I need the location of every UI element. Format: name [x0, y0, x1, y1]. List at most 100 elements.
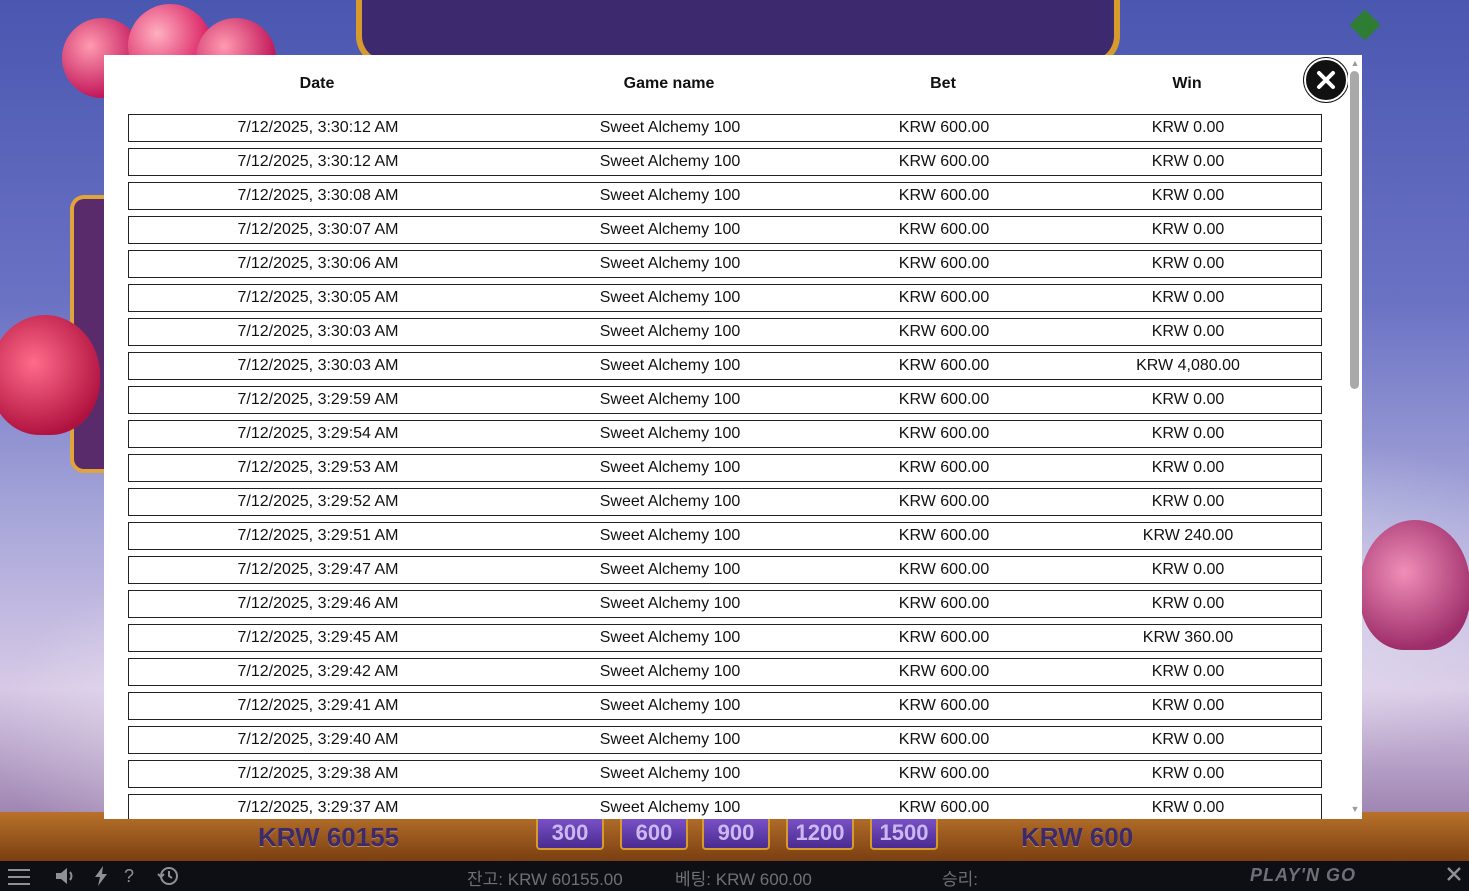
row-game-name: Sweet Alchemy 100: [599, 629, 741, 646]
row-win: KRW 0.00: [1151, 323, 1225, 340]
row-win: KRW 0.00: [1151, 187, 1225, 204]
game-history-dialog: Date Game name Bet Win 7/12/2025, 3:30:1…: [104, 55, 1362, 819]
table-row: 7/12/2025, 3:29:59 AM Sweet Alchemy 100 KR…: [128, 386, 1322, 414]
table-row: 7/12/2025, 3:29:40 AM Sweet Alchemy 100 KR…: [128, 726, 1322, 754]
table-row: 7/12/2025, 3:29:53 AM Sweet Alchemy 100 KR…: [128, 454, 1322, 482]
lightning-icon[interactable]: [94, 866, 108, 890]
row-game-name: Sweet Alchemy 100: [599, 425, 741, 442]
row-bet: KRW 600.00: [898, 595, 990, 612]
bet-display: KRW 600: [1021, 822, 1134, 852]
status-balance: 잔고: KRW 60155.00: [467, 870, 623, 889]
row-game-name: Sweet Alchemy 100: [599, 119, 741, 136]
heart-lollipop: [1360, 520, 1469, 650]
row-bet: KRW 600.00: [898, 289, 990, 306]
bet-chip[interactable]: 1500: [870, 816, 938, 850]
table-header: Date Game name Bet Win: [104, 55, 1344, 113]
column-header-date: Date: [299, 75, 335, 92]
row-date: 7/12/2025, 3:29:45 AM: [237, 629, 399, 646]
close-icon[interactable]: [1446, 866, 1462, 886]
row-game-name: Sweet Alchemy 100: [599, 153, 741, 170]
scroll-up-arrow-icon[interactable]: ▲: [1350, 57, 1360, 69]
row-bet: KRW 600.00: [898, 255, 990, 272]
row-game-name: Sweet Alchemy 100: [599, 357, 741, 374]
row-bet: KRW 600.00: [898, 663, 990, 680]
sound-icon[interactable]: [54, 866, 78, 890]
row-bet: KRW 600.00: [898, 765, 990, 782]
row-date: 7/12/2025, 3:30:06 AM: [237, 255, 399, 272]
row-game-name: Sweet Alchemy 100: [599, 663, 741, 680]
row-win: KRW 360.00: [1142, 629, 1234, 646]
row-game-name: Sweet Alchemy 100: [599, 527, 741, 544]
table-row: 7/12/2025, 3:30:03 AM Sweet Alchemy 100 KR…: [128, 318, 1322, 346]
row-game-name: Sweet Alchemy 100: [599, 493, 741, 510]
table-row: 7/12/2025, 3:30:12 AM Sweet Alchemy 100 KR…: [128, 148, 1322, 176]
game-corner-icon: [1349, 9, 1381, 41]
row-bet: KRW 600.00: [898, 697, 990, 714]
table-row: 7/12/2025, 3:29:42 AM Sweet Alchemy 100 KR…: [128, 658, 1322, 686]
row-game-name: Sweet Alchemy 100: [599, 731, 741, 748]
row-game-name: Sweet Alchemy 100: [599, 391, 741, 408]
row-win: KRW 0.00: [1151, 561, 1225, 578]
status-bar: ? 잔고: KRW 60155.00 베팅: KRW 600.00 승리: PL…: [0, 861, 1469, 891]
row-game-name: Sweet Alchemy 100: [599, 323, 741, 340]
row-date: 7/12/2025, 3:29:59 AM: [237, 391, 399, 408]
scrollbar-thumb[interactable]: [1350, 71, 1359, 389]
close-icon: [1317, 71, 1335, 89]
row-bet: KRW 600.00: [898, 493, 990, 510]
bet-chip[interactable]: 900: [702, 816, 770, 850]
table-row: 7/12/2025, 3:29:45 AM Sweet Alchemy 100 KR…: [128, 624, 1322, 652]
row-win: KRW 0.00: [1151, 459, 1225, 476]
column-header-game-name: Game name: [623, 75, 715, 92]
row-game-name: Sweet Alchemy 100: [599, 799, 741, 816]
row-date: 7/12/2025, 3:29:37 AM: [237, 799, 399, 816]
row-bet: KRW 600.00: [898, 323, 990, 340]
scroll-down-arrow-icon[interactable]: ▼: [1350, 803, 1360, 815]
row-date: 7/12/2025, 3:29:47 AM: [237, 561, 399, 578]
row-bet: KRW 600.00: [898, 391, 990, 408]
row-win: KRW 0.00: [1151, 221, 1225, 238]
scrollbar[interactable]: ▲ ▼: [1348, 55, 1362, 819]
close-button[interactable]: [1304, 58, 1348, 102]
table-row: 7/12/2025, 3:29:46 AM Sweet Alchemy 100 KR…: [128, 590, 1322, 618]
menu-icon[interactable]: [8, 869, 30, 885]
table-row: 7/12/2025, 3:30:08 AM Sweet Alchemy 100 KR…: [128, 182, 1322, 210]
row-date: 7/12/2025, 3:29:54 AM: [237, 425, 399, 442]
row-bet: KRW 600.00: [898, 561, 990, 578]
row-date: 7/12/2025, 3:29:46 AM: [237, 595, 399, 612]
table-row: 7/12/2025, 3:30:07 AM Sweet Alchemy 100 KR…: [128, 216, 1322, 244]
bet-chip[interactable]: 300: [536, 816, 604, 850]
row-date: 7/12/2025, 3:29:42 AM: [237, 663, 399, 680]
row-game-name: Sweet Alchemy 100: [599, 765, 741, 782]
table-row: 7/12/2025, 3:29:52 AM Sweet Alchemy 100 KR…: [128, 488, 1322, 516]
table-row: 7/12/2025, 3:30:05 AM Sweet Alchemy 100 KR…: [128, 284, 1322, 312]
row-bet: KRW 600.00: [898, 799, 990, 816]
table-row: 7/12/2025, 3:30:12 AM Sweet Alchemy 100 KR…: [128, 114, 1322, 142]
row-win: KRW 0.00: [1151, 765, 1225, 782]
row-date: 7/12/2025, 3:29:53 AM: [237, 459, 399, 476]
bet-chip[interactable]: 600: [620, 816, 688, 850]
row-game-name: Sweet Alchemy 100: [599, 255, 741, 272]
row-win: KRW 0.00: [1151, 663, 1225, 680]
row-win: KRW 0.00: [1151, 289, 1225, 306]
balance-display: KRW 60155: [258, 822, 400, 852]
status-win: 승리:: [942, 870, 979, 889]
history-icon[interactable]: [156, 866, 180, 890]
row-game-name: Sweet Alchemy 100: [599, 289, 741, 306]
row-date: 7/12/2025, 3:29:41 AM: [237, 697, 399, 714]
history-table-body: 7/12/2025, 3:30:12 AM Sweet Alchemy 100 KR…: [128, 114, 1322, 819]
row-win: KRW 0.00: [1151, 153, 1225, 170]
row-game-name: Sweet Alchemy 100: [599, 187, 741, 204]
row-bet: KRW 600.00: [898, 187, 990, 204]
row-win: KRW 0.00: [1151, 697, 1225, 714]
row-date: 7/12/2025, 3:30:05 AM: [237, 289, 399, 306]
row-bet: KRW 600.00: [898, 357, 990, 374]
row-date: 7/12/2025, 3:29:38 AM: [237, 765, 399, 782]
row-game-name: Sweet Alchemy 100: [599, 221, 741, 238]
row-bet: KRW 600.00: [898, 629, 990, 646]
bet-chip[interactable]: 1200: [786, 816, 854, 850]
table-row: 7/12/2025, 3:29:47 AM Sweet Alchemy 100 KR…: [128, 556, 1322, 584]
row-bet: KRW 600.00: [898, 119, 990, 136]
row-win: KRW 0.00: [1151, 799, 1225, 816]
help-icon[interactable]: ?: [124, 866, 134, 886]
brand-logo: PLAY'N GO: [1250, 865, 1356, 885]
